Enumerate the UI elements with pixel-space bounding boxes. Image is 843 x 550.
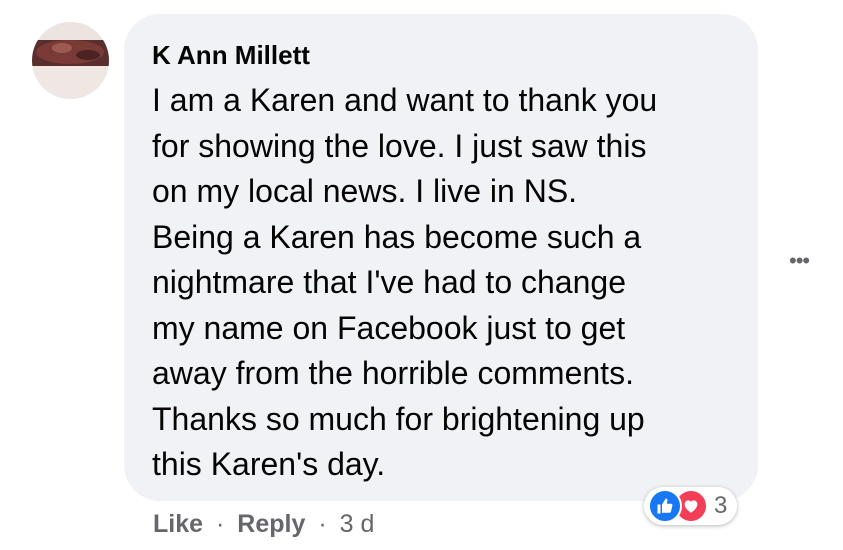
comment-line: my name on Facebook just to get [152,309,626,346]
comment-bubble: K Ann Millett I am a Karen and want to t… [124,14,758,501]
comment-line: Thanks so much for brightening up [152,400,645,437]
reply-button[interactable]: Reply [237,510,305,538]
like-icon [648,489,682,523]
comment-line: this Karen's day. [152,446,386,482]
comment-timestamp[interactable]: 3 d [340,510,375,538]
avatar[interactable] [32,22,109,99]
comment-line: I am a Karen and want to thank you [152,82,658,118]
comment-line: for showing the love. I just saw this [152,127,647,164]
comment-author[interactable]: K Ann Millett [152,40,310,71]
more-options-icon[interactable]: ••• [789,248,810,274]
comment-line: on my local news. I live in NS. [152,173,578,209]
comment-line: nightmare that I've had to change [152,264,626,300]
comment-line: Being a Karen has become such a [152,218,642,255]
separator: · [318,510,327,538]
reaction-count: 3 [714,492,728,519]
comment-text: I am a Karen and want to thank you for s… [152,78,752,488]
comment-container: K Ann Millett I am a Karen and want to t… [0,0,843,550]
comment-actions: Like · Reply · 3 d [153,510,374,539]
reactions-summary[interactable]: 3 [644,487,738,525]
separator: · [215,510,225,538]
comment-line: away from the horrible comments. [152,355,634,391]
avatar-image [32,22,109,99]
like-button[interactable]: Like [153,510,203,538]
